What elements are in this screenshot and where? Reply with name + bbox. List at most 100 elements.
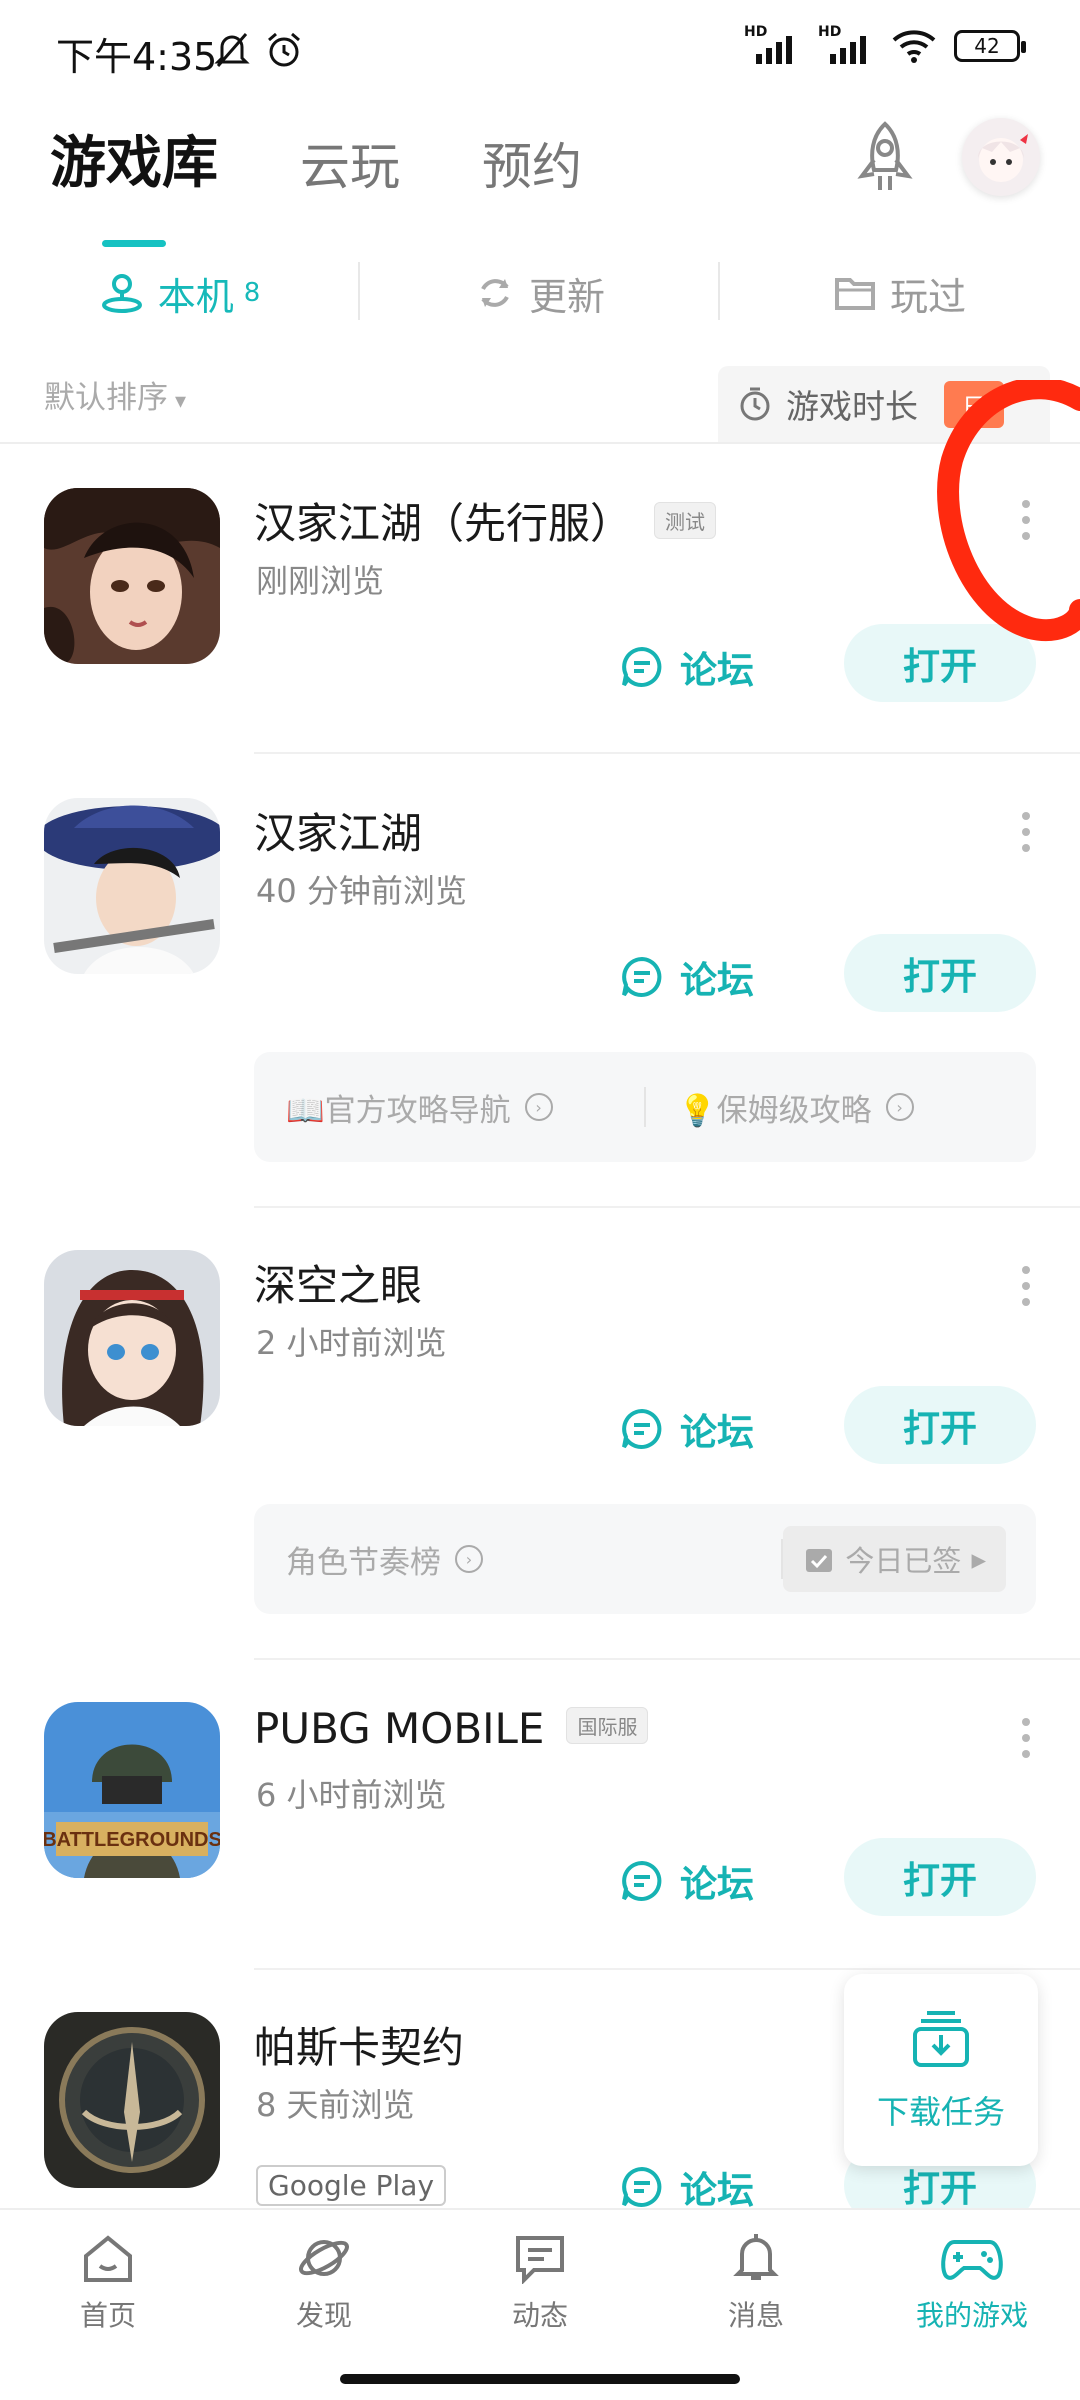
game-badge: 测试: [654, 502, 717, 539]
tab-cloud-play[interactable]: 云玩: [300, 127, 400, 199]
bell-icon: [733, 2234, 779, 2280]
game-icon[interactable]: [44, 2012, 220, 2188]
game-last-played: 6 小时前浏览: [256, 1776, 447, 1814]
bell-muted-icon: [214, 33, 250, 67]
forum-icon: [622, 2166, 662, 2207]
arrow-right-icon: ›: [455, 1545, 483, 1573]
game-icon[interactable]: [44, 488, 220, 664]
arrow-right-icon: ›: [524, 1093, 553, 1121]
stopwatch-icon: [740, 387, 770, 421]
chat-icon: [516, 2236, 564, 2284]
nav-my-games[interactable]: 我的游戏: [864, 2210, 1080, 2356]
nav-home[interactable]: 首页: [0, 2210, 216, 2356]
divider: [254, 1968, 1080, 1970]
playtime-badge: 日: [944, 380, 1004, 428]
avatar[interactable]: [962, 118, 1040, 196]
more-options-icon[interactable]: [1018, 812, 1034, 852]
game-title[interactable]: 深空之眼: [254, 1252, 422, 1313]
signal-icon: HD: [744, 24, 800, 64]
strategy-link-ranking[interactable]: 角色节奏榜 ›: [254, 1537, 781, 1582]
divider: [254, 1206, 1080, 1208]
divider: [0, 442, 1080, 444]
strategy-bar: 📖官方攻略导航 › 💡保姆级攻略 ›: [254, 1052, 1036, 1162]
divider: [358, 262, 360, 320]
forum-button[interactable]: 论坛: [620, 640, 754, 694]
download-tasks-button[interactable]: 下载任务: [844, 1974, 1038, 2166]
sort-dropdown[interactable]: 默认排序: [44, 372, 186, 417]
game-last-played: 刚刚浏览: [256, 562, 385, 600]
home-indicator[interactable]: [340, 2374, 740, 2384]
sub-tabs: 本机 8 更新 玩过: [0, 258, 1080, 328]
open-game-button[interactable]: 打开: [844, 624, 1036, 702]
divider: [254, 1658, 1080, 1660]
status-icons-right: HD HD 42: [744, 24, 1026, 64]
game-last-played: 40 分钟前浏览: [256, 872, 467, 910]
folder-icon: [834, 278, 875, 310]
sub-tab-played[interactable]: 玩过: [720, 258, 1080, 328]
game-title[interactable]: 汉家江湖（先行服） 测试: [254, 490, 717, 551]
bottom-nav: 首页 发现 动态 消息 我的游戏: [0, 2208, 1080, 2356]
sub-tab-label: 玩过: [889, 274, 966, 319]
tab-game-library[interactable]: 游戏库: [50, 118, 218, 199]
more-options-icon[interactable]: [1018, 500, 1034, 540]
game-title[interactable]: 汉家江湖: [254, 800, 422, 861]
sub-tab-count: 8: [243, 278, 261, 308]
playtime-label: 游戏时长: [786, 387, 918, 426]
forum-button[interactable]: 论坛: [620, 1854, 754, 1908]
refresh-icon: [481, 279, 509, 307]
game-icon[interactable]: BATTLEGROUNDS: [44, 1702, 220, 1878]
open-game-button[interactable]: 打开: [844, 934, 1036, 1012]
svg-text:BATTLEGROUNDS: BATTLEGROUNDS: [44, 1829, 220, 1851]
strategy-bar: 角色节奏榜 › 今日已签 ▸: [254, 1504, 1036, 1614]
checkin-button[interactable]: 今日已签 ▸: [783, 1526, 1006, 1592]
game-last-played: 8 天前浏览: [256, 2086, 415, 2124]
nav-discover[interactable]: 发现: [216, 2210, 432, 2356]
battery-icon: 42: [954, 30, 1026, 62]
forum-icon: [622, 1408, 662, 1449]
top-tabs: 游戏库 云玩 预约: [50, 118, 664, 199]
strategy-link-official[interactable]: 📖官方攻略导航 ›: [254, 1085, 644, 1130]
sub-tab-update[interactable]: 更新: [360, 258, 720, 328]
status-icons-left: [214, 30, 304, 70]
alarm-icon: [268, 32, 300, 67]
sub-tab-label: 本机: [157, 274, 234, 319]
open-game-button[interactable]: 打开: [844, 1838, 1036, 1916]
more-options-icon[interactable]: [1018, 1266, 1034, 1306]
planet-icon: [299, 2240, 349, 2276]
signal-icon: HD: [818, 24, 874, 64]
strategy-link-guide[interactable]: 💡保姆级攻略 ›: [646, 1085, 1036, 1130]
store-badge: Google Play: [256, 2165, 447, 2206]
game-title[interactable]: 帕斯卡契约: [254, 2014, 464, 2075]
game-badge: 国际服: [566, 1707, 649, 1744]
tab-reservation[interactable]: 预约: [482, 127, 582, 199]
game-title[interactable]: PUBG MOBILE 国际服: [254, 1704, 649, 1753]
game-icon[interactable]: [44, 1250, 220, 1426]
more-options-icon[interactable]: [1018, 1718, 1034, 1758]
forum-button[interactable]: 论坛: [620, 1402, 754, 1456]
wifi-icon: [892, 30, 936, 63]
game-icon[interactable]: [44, 798, 220, 974]
forum-icon: [622, 646, 662, 687]
forum-icon: [622, 956, 662, 997]
game-last-played: 2 小时前浏览: [256, 1324, 447, 1362]
status-time: 下午4:35: [56, 35, 218, 79]
sub-tab-label: 更新: [528, 274, 605, 319]
arrow-right-icon: ▸: [971, 1542, 986, 1576]
calendar-check-icon: [806, 1549, 833, 1572]
forum-icon: [622, 1860, 662, 1901]
nav-feed[interactable]: 动态: [432, 2210, 648, 2356]
download-tasks-label: 下载任务: [876, 2093, 1005, 2131]
sub-tab-local[interactable]: 本机 8: [0, 258, 360, 328]
nav-messages[interactable]: 消息: [648, 2210, 864, 2356]
divider: [254, 752, 1080, 754]
divider: [718, 262, 720, 320]
rocket-icon[interactable]: [850, 120, 920, 196]
open-game-button[interactable]: 打开: [844, 1386, 1036, 1464]
playtime-filter[interactable]: 游戏时长 日: [718, 366, 1050, 442]
status-bar: 下午4:35 HD HD 42: [0, 0, 1080, 100]
forum-button[interactable]: 论坛: [620, 2160, 754, 2214]
forum-button[interactable]: 论坛: [620, 950, 754, 1004]
gamepad-icon: [941, 2240, 1003, 2280]
arrow-right-icon: ›: [885, 1093, 914, 1121]
download-tray-icon: [913, 2011, 969, 2067]
